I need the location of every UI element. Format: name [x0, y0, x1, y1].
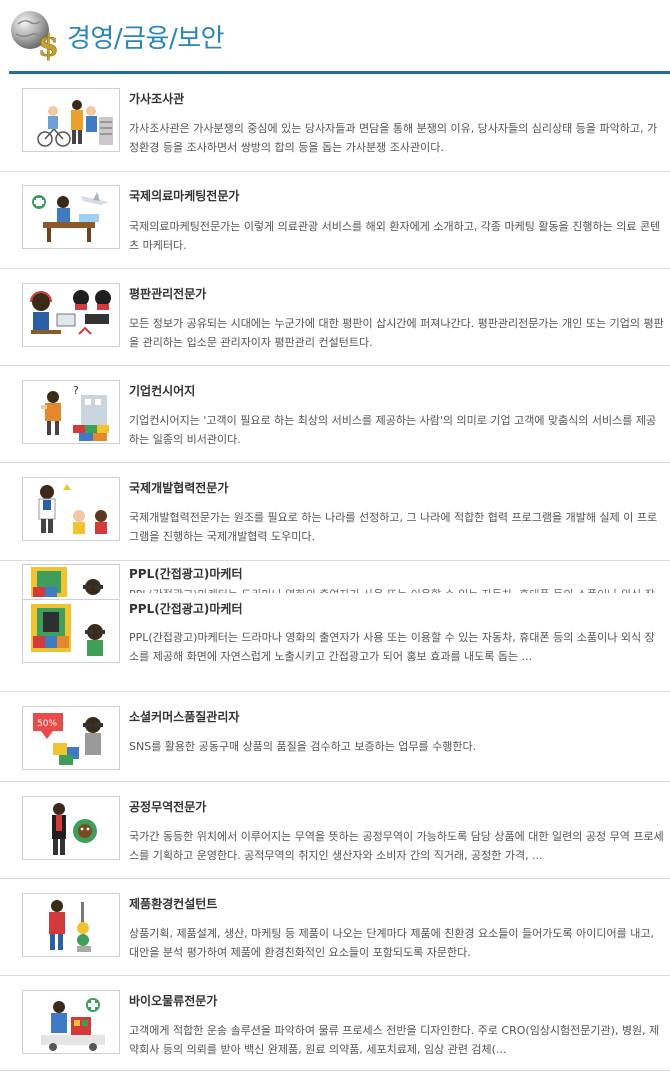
list-item[interactable]: 50% 소셜커머스품질관리자 SNS를 활용한 공동구매 상품의 품질을 검수하…: [0, 692, 670, 782]
item-title[interactable]: 평판관리전문가: [129, 285, 206, 302]
list-item[interactable]: 공정무역전문가 국가간 동등한 위치에서 이루어지는 무역을 뜻하는 공정무역이…: [0, 782, 670, 879]
concierge-illustration[interactable]: ?: [22, 380, 120, 444]
item-description: PPL(간접광고)마케터는 드라마나 영화의 출연자가 사용 또는 이용할 수 …: [129, 631, 655, 663]
item-title[interactable]: 가사조사관: [129, 90, 184, 107]
list-item[interactable]: 제품환경컨설턴트 상품기획, 제품설계, 생산, 마케팅 등 제품이 나오는 단…: [0, 879, 670, 976]
eco-consultant-illustration[interactable]: [22, 893, 120, 957]
item-title[interactable]: 기업컨시어지: [129, 382, 195, 399]
page-title: 경영/금융/보안: [67, 24, 225, 54]
svg-text:50%: 50%: [37, 719, 57, 729]
item-description-overflow: PPL(간접광고)마케터는 드라마나 영화의 출연자가 사용 또는 이용할 수 …: [129, 585, 664, 593]
list-item[interactable]: ? 기업컨시어지 기업컨시어지는 '고객이 필요로 하는 최상의 서비스를 제공…: [0, 366, 670, 463]
list-item[interactable]: 바이오물류전문가 고객에게 적합한 운송 솔루션을 파악하여 물류 프로세스 전…: [0, 976, 670, 1071]
list-item[interactable]: 국제개발협력전문가 국제개발협력전문가는 원조를 필요로 하는 나라를 선정하고…: [0, 463, 670, 561]
item-title[interactable]: 바이오물류전문가: [129, 992, 217, 1009]
bio-logistics-illustration[interactable]: [22, 990, 120, 1054]
svg-text:$: $: [38, 29, 59, 62]
item-description: 모든 정보가 공유되는 시대에는 누군가에 대한 평판이 삽시간에 퍼져나간다.…: [129, 317, 664, 349]
list-item[interactable]: 국제의료마케팅전문가 국제의료마케팅전문가는 이렇게 의료관광 서비스를 해외 …: [0, 172, 670, 269]
item-title[interactable]: PPL(간접광고)마케터: [129, 565, 243, 582]
item-description: 기업컨시어지는 '고객이 필요로 하는 최상의 서비스를 제공하는 사람'의 의…: [129, 414, 657, 446]
item-title[interactable]: 소셜커머스품질관리자: [129, 708, 239, 725]
item-description: 국가간 동등한 위치에서 이루어지는 무역을 뜻하는 공정무역이 가능하도록 담…: [129, 830, 664, 862]
item-title[interactable]: 공정무역전문가: [129, 798, 206, 815]
item-title[interactable]: 국제개발협력전문가: [129, 479, 228, 496]
fair-trade-illustration[interactable]: [22, 796, 120, 860]
social-commerce-illustration[interactable]: 50%: [22, 706, 120, 770]
item-description: SNS를 활용한 공동구매 상품의 품질을 검수하고 보증하는 업무를 수행한다…: [129, 740, 477, 753]
item-title[interactable]: 국제의료마케팅전문가: [129, 187, 239, 204]
development-cooperation-illustration[interactable]: [22, 477, 120, 541]
globe-dollar-icon: $: [8, 8, 62, 64]
medical-marketing-illustration[interactable]: [22, 185, 120, 249]
list-item[interactable]: 가사조사관 가사조사관은 가사분쟁의 중심에 있는 당사자들과 면담을 통해 분…: [0, 74, 670, 172]
item-description: 고객에게 적합한 운송 솔루션을 파악하여 물류 프로세스 전반을 디자인한다.…: [129, 1024, 660, 1056]
item-description: 가사조사관은 가사분쟁의 중심에 있는 당사자들과 면담을 통해 분쟁의 이유,…: [129, 122, 658, 154]
item-title[interactable]: 제품환경컨설턴트: [129, 895, 217, 912]
ppl-marketer-illustration[interactable]: [22, 599, 120, 663]
item-title[interactable]: PPL(간접광고)마케터: [129, 600, 243, 617]
svg-text:?: ?: [73, 384, 79, 397]
item-description: 국제의료마케팅전문가는 이렇게 의료관광 서비스를 해외 환자에게 소개하고, …: [129, 220, 661, 252]
item-description: 국제개발협력전문가는 원조를 필요로 하는 나라를 선정하고, 그 나라에 적합…: [129, 511, 658, 543]
page-header: $ 경영/금융/보안: [0, 0, 670, 74]
job-list: 가사조사관 가사조사관은 가사분쟁의 중심에 있는 당사자들과 면담을 통해 분…: [0, 74, 670, 1071]
item-description: 상품기획, 제품설계, 생산, 마케팅 등 제품이 나오는 단계마다 제품에 친…: [129, 927, 654, 959]
list-item[interactable]: PPL(간접광고)마케터 PPL(간접광고)마케터는 드라마나 영화의 출연자가…: [0, 561, 670, 692]
family-bicycle-illustration[interactable]: [22, 88, 120, 152]
ppl-marketer-illustration[interactable]: [22, 564, 120, 598]
list-item[interactable]: 평판관리전문가 모든 정보가 공유되는 시대에는 누군가에 대한 평판이 삽시간…: [0, 269, 670, 366]
reputation-illustration[interactable]: [22, 283, 120, 347]
